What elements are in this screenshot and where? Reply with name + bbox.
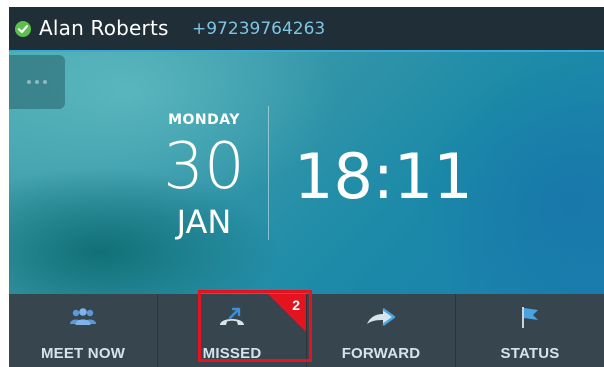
top-bar: Alan Roberts +97239764263 [9,7,604,52]
status-button[interactable]: STATUS [456,294,604,367]
home-screen: MONDAY 30 JAN 18:11 [9,52,604,294]
more-dot-icon [35,80,39,84]
flag-icon [518,304,542,330]
people-icon [69,304,97,330]
day-of-month: 30 [163,130,245,204]
phone-screen: Alan Roberts +97239764263 MONDAY 30 JAN … [9,7,604,367]
forward-icon [364,304,398,330]
more-dot-icon [27,80,31,84]
missed-count-badge [268,294,306,332]
clock-time: 18:11 [294,140,473,213]
meet-now-label: MEET NOW [40,345,126,362]
presence-available-icon [15,21,31,37]
more-options-button[interactable] [9,55,65,109]
softkey-bar: MEET NOW MISSED 2 FORWARD STATUS [9,294,604,367]
month: JAN [176,203,232,241]
missed-label: MISSED [202,345,262,362]
forward-label: FORWARD [341,345,421,362]
missed-count: 2 [292,297,300,313]
meet-now-button[interactable]: MEET NOW [9,294,158,367]
missed-call-icon [217,304,247,330]
user-name: Alan Roberts [39,16,169,40]
forward-button[interactable]: FORWARD [307,294,456,367]
status-label: STATUS [500,345,560,362]
missed-calls-button[interactable]: MISSED 2 [158,294,307,367]
day-of-week: MONDAY [168,112,240,128]
user-phone-number: +97239764263 [192,19,326,39]
clock-divider [268,106,269,240]
more-dot-icon [43,80,47,84]
